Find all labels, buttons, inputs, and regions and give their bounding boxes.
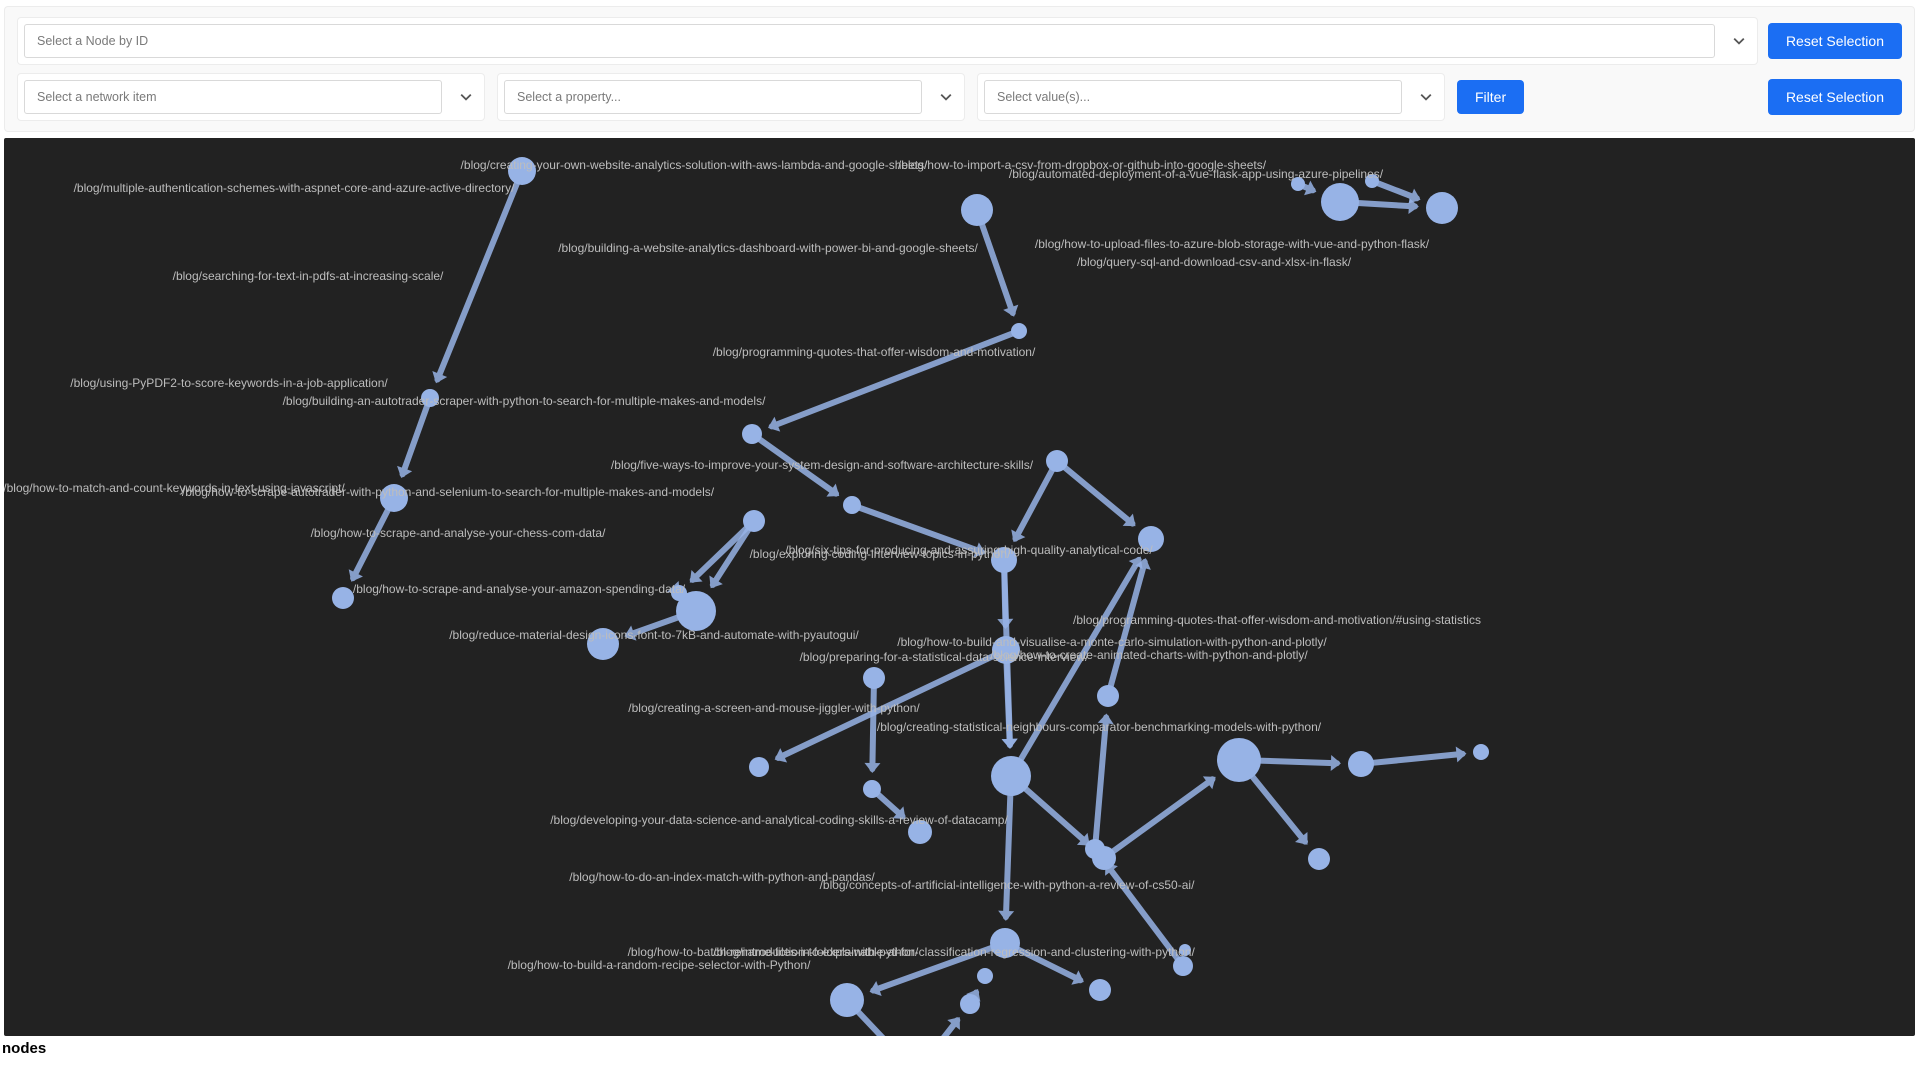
select-network-item-placeholder: Select a network item [24, 80, 442, 114]
graph-node[interactable] [332, 587, 354, 609]
graph-edge [768, 328, 1020, 430]
graph-node[interactable] [1426, 192, 1458, 224]
select-property-placeholder: Select a property... [504, 80, 922, 114]
graph-node[interactable] [990, 928, 1020, 958]
graph-edge [1055, 459, 1137, 528]
graph-node[interactable] [991, 547, 1017, 573]
chevron-down-icon [1408, 91, 1444, 103]
graph-label: /blog/reduce-material-design-icons-font-… [449, 628, 859, 642]
select-values-placeholder: Select value(s)... [984, 80, 1402, 114]
graph-label: /blog/how-to-batch-rename-files-in-folde… [628, 945, 919, 959]
graph-edge [399, 397, 433, 478]
graph-node[interactable] [843, 496, 861, 514]
graph-node[interactable] [977, 968, 993, 984]
graph-node[interactable] [1217, 738, 1261, 782]
chevron-down-icon [448, 91, 484, 103]
graph-label: /blog/how-to-upload-files-to-azure-blob-… [1035, 237, 1429, 251]
graph-node[interactable] [1365, 174, 1379, 188]
graph-label: /blog/automated-deployment-of-a-vue-flas… [1009, 167, 1383, 181]
graph-node[interactable] [1089, 979, 1111, 1001]
graph-label: /blog/searching-for-text-in-pdfs-at-incr… [173, 269, 444, 283]
graph-node[interactable] [992, 636, 1020, 664]
network-graph-canvas[interactable]: /blog/multiple-authentication-schemes-wi… [4, 138, 1915, 1036]
graph-label: /blog/how-to-scrape-autotrader-with-pyth… [182, 485, 714, 499]
graph-node[interactable] [1173, 956, 1193, 976]
graph-label: /blog/five-ways-to-improve-your-system-d… [611, 458, 1033, 472]
graph-node[interactable] [587, 628, 619, 660]
graph-node[interactable] [1348, 751, 1374, 777]
graph-edge [1361, 751, 1466, 767]
graph-edge [1008, 556, 1142, 778]
graph-node[interactable] [863, 667, 885, 689]
graph-label: /blog/query-sql-and-download-csv-and-xls… [1077, 255, 1351, 269]
graph-label: /blog/multiple-authentication-schemes-wi… [74, 181, 515, 195]
graph-node[interactable] [961, 194, 993, 226]
graph-label: /blog/how-to-scrape-and-analyse-your-ama… [353, 582, 685, 596]
graph-node[interactable] [1473, 744, 1489, 760]
graph-edge [1003, 776, 1014, 920]
graph-node[interactable] [1097, 685, 1119, 707]
graph-node[interactable] [671, 585, 687, 601]
graph-edge [434, 170, 525, 383]
filter-button[interactable]: Filter [1457, 80, 1524, 114]
graph-label: /blog/preparing-for-a-statistical-data-s… [800, 650, 1089, 664]
graph-edge [869, 678, 877, 772]
graph-node[interactable] [1291, 177, 1305, 191]
graph-node[interactable] [749, 757, 769, 777]
graph-edge [1011, 460, 1059, 543]
graph-edge [774, 647, 1007, 762]
row-filters: Select a network item Select a property.… [17, 73, 1902, 121]
select-node-by-id[interactable]: Select a Node by ID [17, 17, 1758, 65]
graph-label: /blog/how-to-import-a-csv-from-dropbox-o… [898, 158, 1266, 172]
graph-node[interactable] [1138, 526, 1164, 552]
graph-label: /blog/how-to-do-an-index-match-with-pyth… [569, 870, 875, 884]
graph-label: /blog/how-to-build-and-visualise-a-monte… [897, 635, 1327, 649]
graph-label: /blog/building-a-website-analytics-dashb… [558, 241, 978, 255]
select-node-by-id-placeholder: Select a Node by ID [24, 24, 1715, 58]
graph-node[interactable] [743, 510, 765, 532]
select-property[interactable]: Select a property... [497, 73, 965, 121]
reset-selection-top-button[interactable]: Reset Selection [1768, 23, 1902, 59]
chevron-down-icon [928, 91, 964, 103]
graph-label: /blog/developing-your-data-science-and-a… [550, 813, 1008, 827]
chevron-down-icon [1721, 35, 1757, 47]
graph-node[interactable] [421, 389, 439, 407]
graph-node[interactable] [742, 424, 762, 444]
graph-node[interactable] [1046, 450, 1068, 472]
graph-node[interactable] [508, 157, 536, 185]
graph-label: /blog/how-to-match-and-count-keywords-in… [4, 481, 345, 495]
select-network-item[interactable]: Select a network item [17, 73, 485, 121]
graph-node[interactable] [1179, 944, 1191, 956]
graph-node[interactable] [960, 994, 980, 1014]
graph-edge [914, 1016, 962, 1036]
graph-node[interactable] [1092, 846, 1116, 870]
controls-panel: Select a Node by ID Reset Selection Sele… [4, 6, 1915, 132]
graph-label: /blog/programming-quotes-that-offer-wisd… [713, 345, 1036, 359]
graph-node[interactable] [1011, 323, 1027, 339]
graph-node[interactable] [908, 820, 932, 844]
graph-node[interactable] [1321, 183, 1359, 221]
nodes-section-label: nodes [0, 1036, 1919, 1057]
graph-label: /blog/how-to-create-animated-charts-with… [990, 648, 1307, 662]
reset-selection-bottom-button[interactable]: Reset Selection [1768, 79, 1902, 115]
graph-label: /blog/how-to-build-a-random-recipe-selec… [508, 958, 811, 972]
graph-edge [750, 432, 840, 498]
graph-node[interactable] [863, 780, 881, 798]
graph-node[interactable] [830, 983, 864, 1017]
graph-edge [851, 502, 985, 555]
graph-edge [1092, 715, 1109, 850]
graph-edge [1103, 862, 1185, 968]
graph-edge [1102, 775, 1216, 860]
graph-node[interactable] [380, 484, 408, 512]
graph-label: /blog/building-an-autotrader-scraper-wit… [283, 394, 766, 408]
graph-node[interactable] [991, 756, 1031, 796]
graph-label: /blog/programming-quotes-that-offer-wisd… [1073, 613, 1481, 627]
select-values[interactable]: Select value(s)... [977, 73, 1445, 121]
graph-label: /blog/how-to-scrape-and-analyse-your-che… [311, 526, 606, 540]
row-node-select: Select a Node by ID Reset Selection [17, 17, 1902, 65]
graph-node[interactable] [1308, 848, 1330, 870]
graph-label: /blog/using-PyPDF2-to-score-keywords-in-… [70, 376, 387, 390]
